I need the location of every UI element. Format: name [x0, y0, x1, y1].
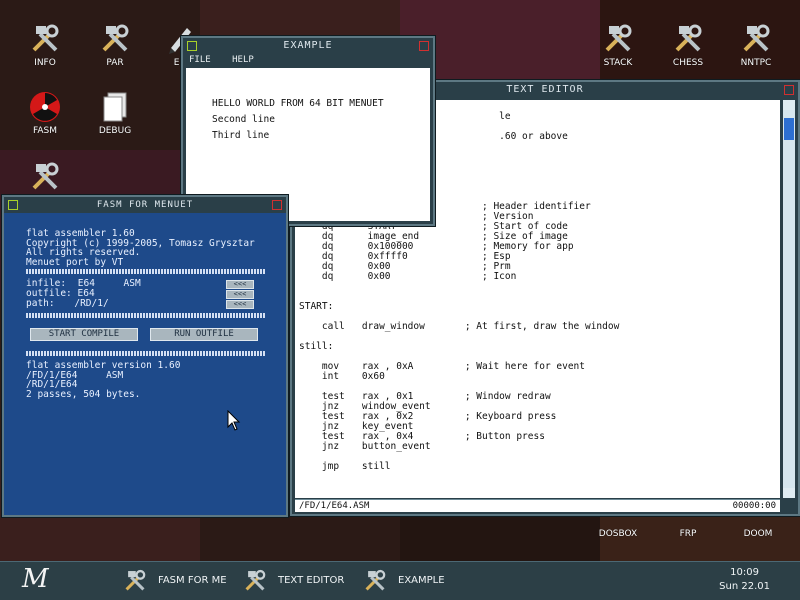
- clock-time: 10:09: [730, 567, 759, 578]
- example-line: Third line: [212, 130, 270, 141]
- desktop-icon-nntpc[interactable]: NNTPC: [726, 22, 786, 68]
- desktop-icon-label: PAR: [106, 58, 124, 68]
- close-button[interactable]: [784, 85, 794, 95]
- path-row: path: /RD/1/: [26, 298, 109, 309]
- code-line[interactable]: [299, 332, 780, 342]
- mouse-cursor-icon: [227, 410, 241, 431]
- tools-icon: [245, 569, 266, 591]
- desktop-icon-info[interactable]: INFO: [15, 22, 75, 68]
- example-line: Second line: [212, 114, 275, 125]
- code-line[interactable]: still:: [299, 342, 780, 352]
- scroll-down-arrow[interactable]: [783, 488, 795, 498]
- tools-icon: [365, 569, 386, 591]
- start-compile-button[interactable]: START COMPILE: [30, 328, 138, 341]
- code-line[interactable]: jnz button_event: [299, 442, 780, 452]
- desktop-icon-fasm[interactable]: FASM: [15, 90, 75, 136]
- desktop-icon-label: INFO: [34, 58, 56, 68]
- desktop-icon-label: FASM: [33, 126, 57, 136]
- code-line[interactable]: [299, 292, 780, 302]
- code-line[interactable]: dq 0x00 ; Icon: [299, 272, 780, 282]
- tools-icon: [675, 24, 702, 52]
- task-example[interactable]: EXAMPLE: [362, 566, 462, 596]
- fasm-result-line: 2 passes, 504 bytes.: [26, 388, 141, 400]
- code-line[interactable]: int 0x60: [299, 372, 780, 382]
- menu-help[interactable]: HELP: [232, 55, 254, 65]
- desktop-icon-stack[interactable]: STACK: [588, 22, 648, 68]
- fasm-body: flat assembler 1.60 Copyright (c) 1999-2…: [4, 213, 286, 515]
- vertical-scrollbar[interactable]: [783, 100, 795, 498]
- tools-icon: [102, 24, 129, 52]
- clock-date: Sun 22.01: [719, 581, 770, 592]
- scroll-up-arrow[interactable]: [783, 100, 795, 110]
- fasm-titlebar[interactable]: FASM FOR MENUET: [4, 197, 286, 213]
- code-line[interactable]: call draw_window ; At first, draw the wi…: [299, 322, 780, 332]
- clock[interactable]: 10:09 Sun 22.01: [719, 566, 770, 594]
- task-text-editor[interactable]: TEXT EDITOR: [242, 566, 352, 596]
- outfile-browse-button[interactable]: <<<: [226, 290, 254, 299]
- outfile-row: outfile: E64: [26, 289, 95, 299]
- separator: [26, 313, 266, 318]
- infile-row: infile: E64 ASM: [26, 279, 141, 289]
- desktop-icon-label: DOSBOX: [598, 529, 638, 539]
- separator: [26, 269, 266, 274]
- desktop-icon-label: STACK: [603, 58, 633, 68]
- example-titlebar[interactable]: EXAMPLE: [183, 38, 433, 54]
- fasm-window[interactable]: FASM FOR MENUET flat assembler 1.60 Copy…: [2, 195, 288, 517]
- path-label: path:: [26, 298, 55, 309]
- tools-icon: [605, 24, 632, 52]
- tools-icon: [32, 24, 59, 52]
- desktop-icon-label: NNTPC: [740, 58, 772, 68]
- path-value[interactable]: /RD/1/: [74, 298, 108, 309]
- radiation-icon: [30, 92, 60, 122]
- taskbar: M FASM FOR ME TEXT EDITOR EXAMPLE 10:09 …: [0, 561, 800, 600]
- infile-browse-button[interactable]: <<<: [226, 280, 254, 289]
- close-button[interactable]: [419, 41, 429, 51]
- code-line[interactable]: START:: [299, 302, 780, 312]
- close-button[interactable]: [272, 200, 282, 210]
- task-label: TEXT EDITOR: [278, 575, 345, 586]
- fasm-header-line: Menuet port by VT: [26, 256, 124, 268]
- code-line[interactable]: [299, 282, 780, 292]
- minimize-button[interactable]: [8, 200, 18, 210]
- desktop-icon-label: DEBUG: [98, 126, 132, 136]
- desktop-icon-par[interactable]: PAR: [85, 22, 145, 68]
- minimize-button[interactable]: [187, 41, 197, 51]
- desktop-icon-chess[interactable]: CHESS: [658, 22, 718, 68]
- editor-statusbar: /FD/1/E64.ASM 00000:00: [295, 499, 780, 512]
- task-label: EXAMPLE: [398, 575, 445, 586]
- desktop-icon-label: CHESS: [672, 58, 704, 68]
- scroll-thumb[interactable]: [784, 118, 794, 140]
- status-path: /FD/1/E64.ASM: [299, 501, 370, 511]
- tools-icon: [32, 162, 59, 190]
- run-outfile-button[interactable]: RUN OUTFILE: [150, 328, 258, 341]
- desktop-icon-unnamed[interactable]: [15, 160, 75, 194]
- example-menubar: FILE HELP: [183, 54, 433, 66]
- window-title: EXAMPLE: [283, 40, 333, 51]
- path-browse-button[interactable]: <<<: [226, 300, 254, 309]
- desktop-icon-label: DOOM: [743, 529, 773, 539]
- tools-icon: [125, 569, 146, 591]
- code-line[interactable]: jmp still: [299, 462, 780, 472]
- status-position: 00000:00: [732, 501, 776, 511]
- example-line: HELLO WORLD FROM 64 BIT MENUET: [212, 98, 384, 109]
- task-label: FASM FOR ME: [158, 575, 227, 586]
- separator: [26, 351, 266, 356]
- desktop-icon-debug[interactable]: DEBUG: [85, 90, 145, 136]
- documents-icon: [103, 92, 127, 122]
- desktop-icon-label: FRP: [679, 529, 697, 539]
- window-title: TEXT EDITOR: [506, 84, 584, 95]
- task-fasm[interactable]: FASM FOR ME: [122, 566, 232, 596]
- menu-file[interactable]: FILE: [189, 55, 211, 65]
- tools-icon: [743, 24, 770, 52]
- menuet-logo[interactable]: M: [22, 564, 49, 594]
- window-title: FASM FOR MENUET: [96, 200, 194, 210]
